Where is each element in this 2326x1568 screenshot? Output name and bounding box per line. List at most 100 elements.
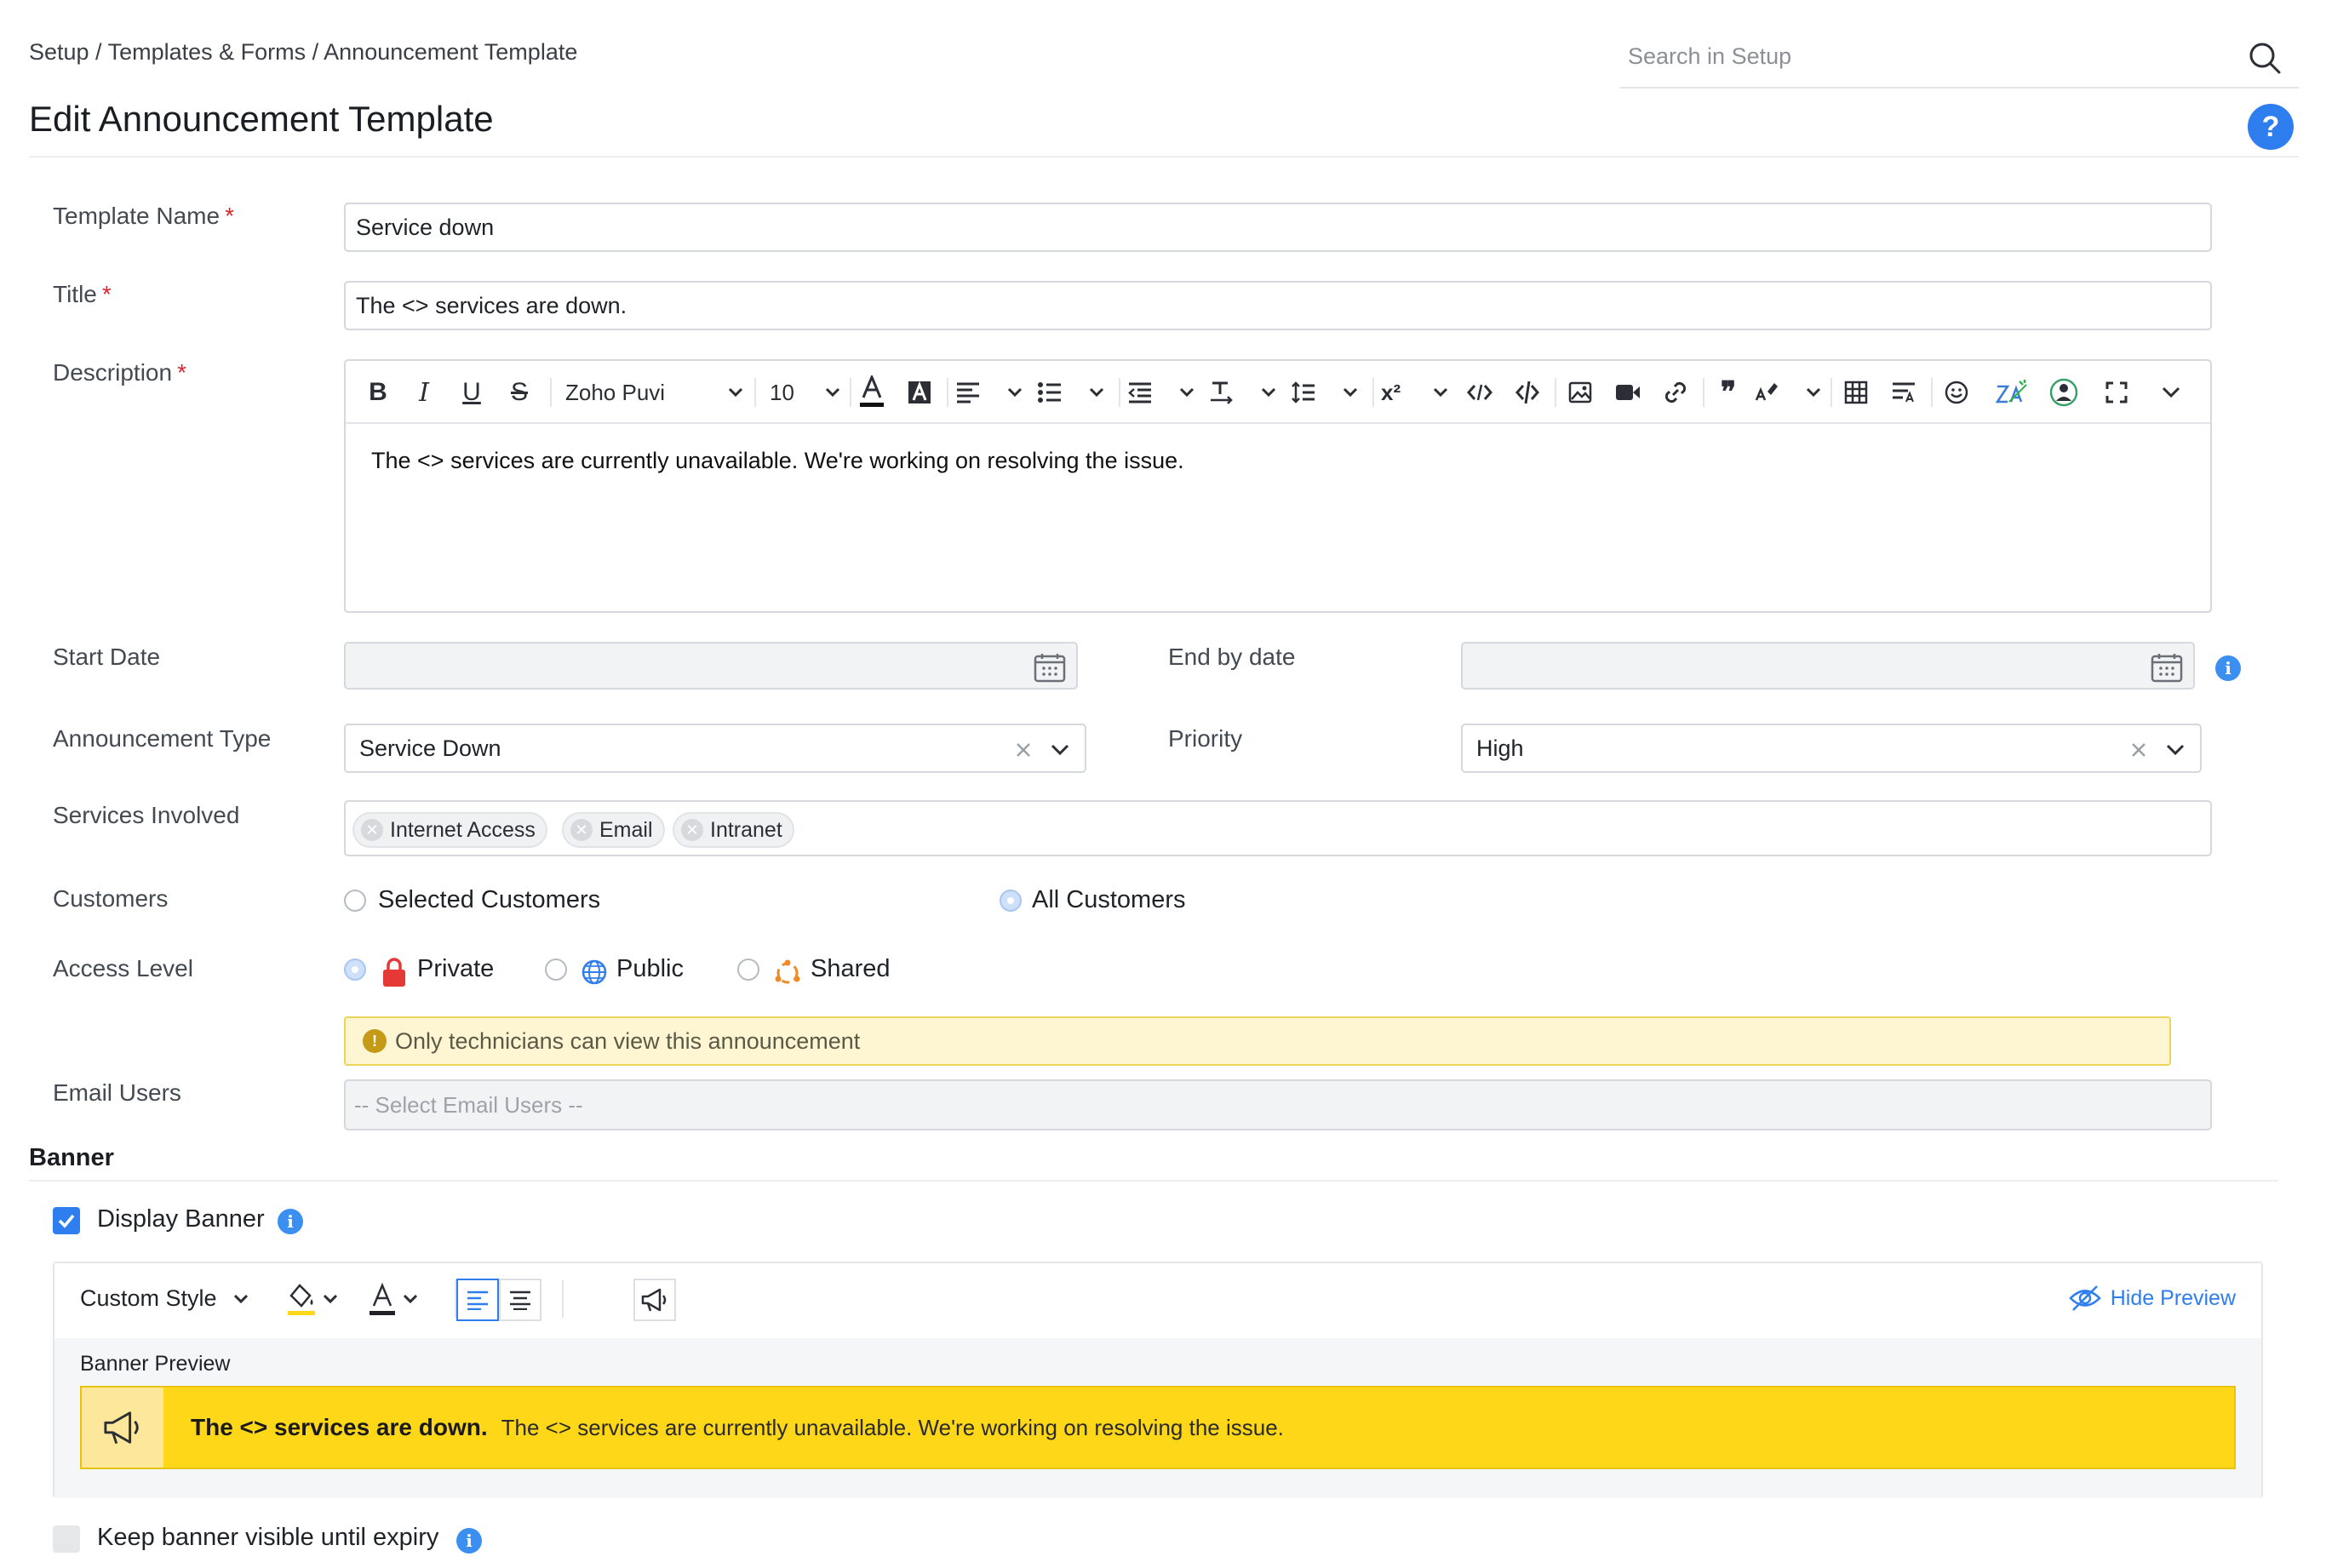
search-icon[interactable] [2248,41,2282,75]
italic-button[interactable]: I [407,375,441,410]
priority-select[interactable]: High [1461,724,2202,773]
chevron-down-icon [403,1294,418,1304]
remove-chip-icon[interactable]: ✕ [570,819,593,841]
toolbar-divider [1119,378,1120,407]
code-icon[interactable] [1463,375,1497,410]
radio-shared-label[interactable]: Shared [811,955,891,983]
align-center-button[interactable] [499,1279,541,1321]
access-level-label: Access Level [53,955,193,981]
keep-visible-checkbox[interactable] [53,1525,80,1553]
eye-off-icon [2068,1285,2101,1311]
line-height-dropdown[interactable] [1291,375,1359,410]
announcement-type-label: Announcement Type [53,725,272,752]
keep-visible-label[interactable]: Keep banner visible until expiry [97,1524,438,1552]
start-date-input[interactable] [344,642,1078,690]
code-block-icon[interactable] [1510,375,1544,410]
service-chip[interactable]: ✕ Email [562,812,665,848]
service-chip[interactable]: ✕ Intranet [673,812,794,848]
emoji-icon[interactable] [1939,375,1974,410]
radio-private-label[interactable]: Private [417,955,494,983]
image-icon[interactable] [1563,375,1597,410]
more-options-chevron-icon[interactable] [2154,375,2188,410]
text-direction-dropdown[interactable] [1209,375,1277,410]
template-name-input[interactable]: Service down [344,203,2212,252]
radio-public[interactable] [545,959,567,981]
underline-button[interactable]: U [455,375,489,410]
radio-selected-customers-label[interactable]: Selected Customers [378,886,600,914]
font-size-dropdown[interactable]: 10 [763,375,841,410]
service-chip-label: Intranet [710,817,782,842]
calendar-icon[interactable] [1034,652,1066,683]
font-family-dropdown[interactable]: Zoho Puvi [565,375,744,410]
help-button[interactable]: ? [2248,104,2294,150]
calendar-icon[interactable] [2151,652,2183,683]
services-involved-input[interactable]: ✕ Internet Access ✕ Email ✕ Intranet [344,800,2212,856]
radio-all-customers[interactable] [1000,890,1022,912]
accessibility-icon[interactable] [2045,375,2083,410]
title-label: Title * [53,281,112,307]
hide-preview-link[interactable]: Hide Preview [2068,1284,2236,1313]
display-banner-label[interactable]: Display Banner [97,1205,265,1233]
end-date-label: End by date [1168,644,1296,670]
breadcrumb[interactable]: Setup / Templates & Forms / Announcement… [29,39,577,66]
radio-all-customers-label[interactable]: All Customers [1032,886,1186,914]
chevron-down-icon [1806,387,1821,398]
banner-preview-body: The <> services are currently unavailabl… [501,1414,1284,1440]
title-divider [29,156,2299,157]
announcement-type-select[interactable]: Service Down [344,724,1086,773]
highlight-color-icon[interactable] [902,375,937,410]
indent-dropdown[interactable] [1127,375,1195,410]
background-color-dropdown[interactable] [286,1280,339,1318]
search-input[interactable] [1619,31,2215,82]
text-color-dropdown[interactable] [368,1280,419,1318]
editor-content[interactable]: The <> services are currently unavailabl… [371,448,1184,474]
align-left-button[interactable] [456,1279,499,1321]
radio-private[interactable] [344,959,366,981]
clear-icon[interactable] [1013,740,1034,760]
align-dropdown[interactable] [955,375,1023,410]
access-notice: ! Only technicians can view this announc… [344,1016,2171,1066]
radio-public-label[interactable]: Public [616,955,684,983]
custom-style-dropdown[interactable]: Custom Style [80,1285,249,1312]
table-icon[interactable] [1839,375,1873,410]
remove-chip-icon[interactable]: ✕ [361,819,383,841]
list-dropdown[interactable] [1037,375,1105,410]
service-chip[interactable]: ✕ Internet Access [352,812,547,848]
title-input[interactable]: The <> services are down. [344,281,2212,330]
clear-format-dropdown[interactable] [1754,375,1822,410]
chevron-down-icon [1433,387,1448,398]
end-date-info-icon[interactable]: i [2215,655,2241,681]
radio-selected-customers[interactable] [344,890,366,912]
link-icon[interactable] [1659,375,1693,410]
radio-shared[interactable] [737,959,759,981]
paint-bucket-icon [288,1284,315,1315]
chevron-down-icon[interactable] [2164,739,2186,761]
clear-icon[interactable] [2128,740,2149,760]
banner-icon-button[interactable] [633,1279,676,1321]
toolbar-divider [550,378,552,407]
bold-button[interactable]: B [361,375,395,410]
strikethrough-button[interactable]: S [502,375,536,410]
end-date-input[interactable] [1461,642,2195,690]
display-banner-checkbox[interactable] [53,1207,80,1234]
chevron-down-icon [1261,387,1276,398]
email-users-select[interactable]: -- Select Email Users -- [344,1079,2212,1130]
font-family-value: Zoho Puvi [565,379,666,405]
blockquote-icon[interactable]: ❞ [1711,375,1745,410]
font-color-icon[interactable] [855,375,889,410]
chevron-down-icon[interactable] [1049,739,1071,761]
fullscreen-icon[interactable] [2100,375,2134,410]
remove-chip-icon[interactable]: ✕ [681,819,703,841]
superscript-dropdown[interactable]: x² [1381,375,1449,410]
description-editor[interactable]: B I U S Zoho Puvi 10 x² ❞ The <> service… [344,359,2212,613]
zia-icon[interactable] [1992,375,2030,410]
toolbar-divider [947,378,948,407]
display-banner-info-icon[interactable]: i [278,1209,303,1234]
banner-style-toolbar: Custom Style Hide Preview [54,1263,2261,1338]
keep-visible-info-icon[interactable]: i [456,1528,482,1554]
start-date-label: Start Date [53,644,161,670]
video-icon[interactable] [1611,375,1645,410]
toolbar-divider [1372,378,1374,407]
align-left-icon [957,382,979,403]
find-replace-icon[interactable] [1887,375,1921,410]
